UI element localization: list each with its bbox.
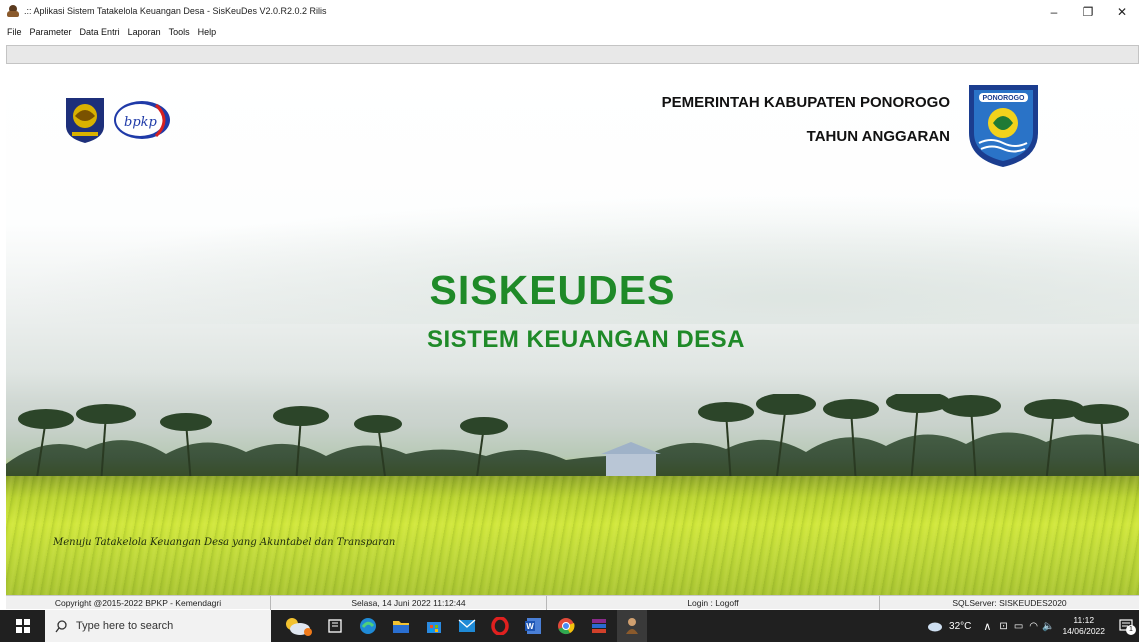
status-login: Login : Logoff <box>547 596 880 610</box>
system-tray: 32°C ∧ ⊡ ▭ ◠ 🔈 11:12 14/06/2022 1 <box>927 610 1139 642</box>
wifi-icon[interactable]: ◠ <box>1029 621 1038 632</box>
volume-icon[interactable]: 🔈 <box>1042 621 1054 632</box>
file-explorer-icon[interactable] <box>386 610 416 642</box>
edge-browser-icon[interactable] <box>353 610 383 642</box>
menu-bar: File Parameter Data Entri Laporan Tools … <box>0 24 1139 39</box>
bpkp-logo: bpkp <box>114 101 170 139</box>
tagline: Menuju Tatakelola Keuangan Desa yang Aku… <box>53 537 396 548</box>
government-name: PEMERINTAH KABUPATEN PONOROGO <box>661 94 950 111</box>
menu-laporan[interactable]: Laporan <box>128 27 161 37</box>
garuda-emblem-logo <box>66 98 104 143</box>
splash-background: bpkp PEMERINTAH KABUPATEN PONOROGO TAHUN… <box>6 64 1139 595</box>
winrar-icon[interactable] <box>584 610 614 642</box>
search-placeholder: Type here to search <box>76 620 174 632</box>
chrome-browser-icon[interactable] <box>551 610 581 642</box>
bpkp-logo-text: bpkp <box>124 115 158 130</box>
svg-text:W: W <box>526 622 534 631</box>
restore-button[interactable]: ❐ <box>1071 0 1105 24</box>
taskbar-search-box[interactable]: Type here to search <box>45 610 271 642</box>
menu-help[interactable]: Help <box>198 27 217 37</box>
status-bar: Copyright @2015-2022 BPKP - Kemendagri S… <box>6 595 1139 610</box>
status-server: SQLServer: SISKEUDES2020 <box>952 598 1067 608</box>
status-datetime: Selasa, 14 Juni 2022 11:12:44 <box>271 596 547 610</box>
siskeudes-taskbar-icon[interactable] <box>617 610 647 642</box>
ponorogo-logo-text: PONOROGO <box>982 95 1025 102</box>
menu-data-entri[interactable]: Data Entri <box>80 27 120 37</box>
notification-count-badge: 1 <box>1126 625 1136 635</box>
windows-icon <box>15 619 30 633</box>
windows-taskbar: Type here to search W 32°C ∧ ⊡ ▭ ◠ 🔈 11:… <box>0 610 1139 642</box>
network-icon[interactable]: ⊡ <box>999 621 1007 632</box>
chevron-up-icon[interactable]: ∧ <box>983 620 991 633</box>
minimize-button[interactable]: – <box>1037 0 1071 24</box>
menu-parameter[interactable]: Parameter <box>30 27 72 37</box>
rice-field-texture <box>6 476 1139 595</box>
ponorogo-regency-logo: PONOROGO <box>969 85 1038 167</box>
window-titlebar: .:: Aplikasi Sistem Tatakelola Keuangan … <box>0 0 1139 22</box>
toolbar <box>6 45 1139 64</box>
menu-file[interactable]: File <box>7 27 22 37</box>
app-title: SISKEUDES <box>429 267 676 313</box>
fiscal-year-label: TAHUN ANGGARAN <box>806 128 950 145</box>
app-subtitle: SISTEM KEUANGAN DESA <box>426 326 746 353</box>
start-button[interactable] <box>0 610 45 642</box>
tray-clock[interactable]: 11:12 14/06/2022 <box>1062 615 1105 637</box>
tray-time: 11:12 <box>1073 615 1095 625</box>
window-controls: – ❐ ✕ <box>1037 0 1139 22</box>
close-button[interactable]: ✕ <box>1105 0 1139 24</box>
store-icon[interactable] <box>419 610 449 642</box>
tray-date: 14/06/2022 <box>1062 626 1105 636</box>
app-icon <box>7 5 19 17</box>
word-icon[interactable]: W <box>518 610 548 642</box>
cloud-weather-icon <box>928 622 943 632</box>
task-view-icon[interactable] <box>320 610 350 642</box>
window-title: .:: Aplikasi Sistem Tatakelola Keuangan … <box>24 6 327 16</box>
battery-icon[interactable]: ▭ <box>1014 621 1023 632</box>
search-icon <box>55 619 67 632</box>
mail-icon[interactable] <box>452 610 482 642</box>
weather-widget-icon[interactable] <box>277 610 317 642</box>
menu-tools[interactable]: Tools <box>169 27 190 37</box>
status-copyright: Copyright @2015-2022 BPKP - Kemendagri <box>6 596 271 610</box>
tray-temperature[interactable]: 32°C <box>949 621 971 632</box>
notification-center-button[interactable]: 1 <box>1113 610 1139 642</box>
opera-browser-icon[interactable] <box>485 610 515 642</box>
